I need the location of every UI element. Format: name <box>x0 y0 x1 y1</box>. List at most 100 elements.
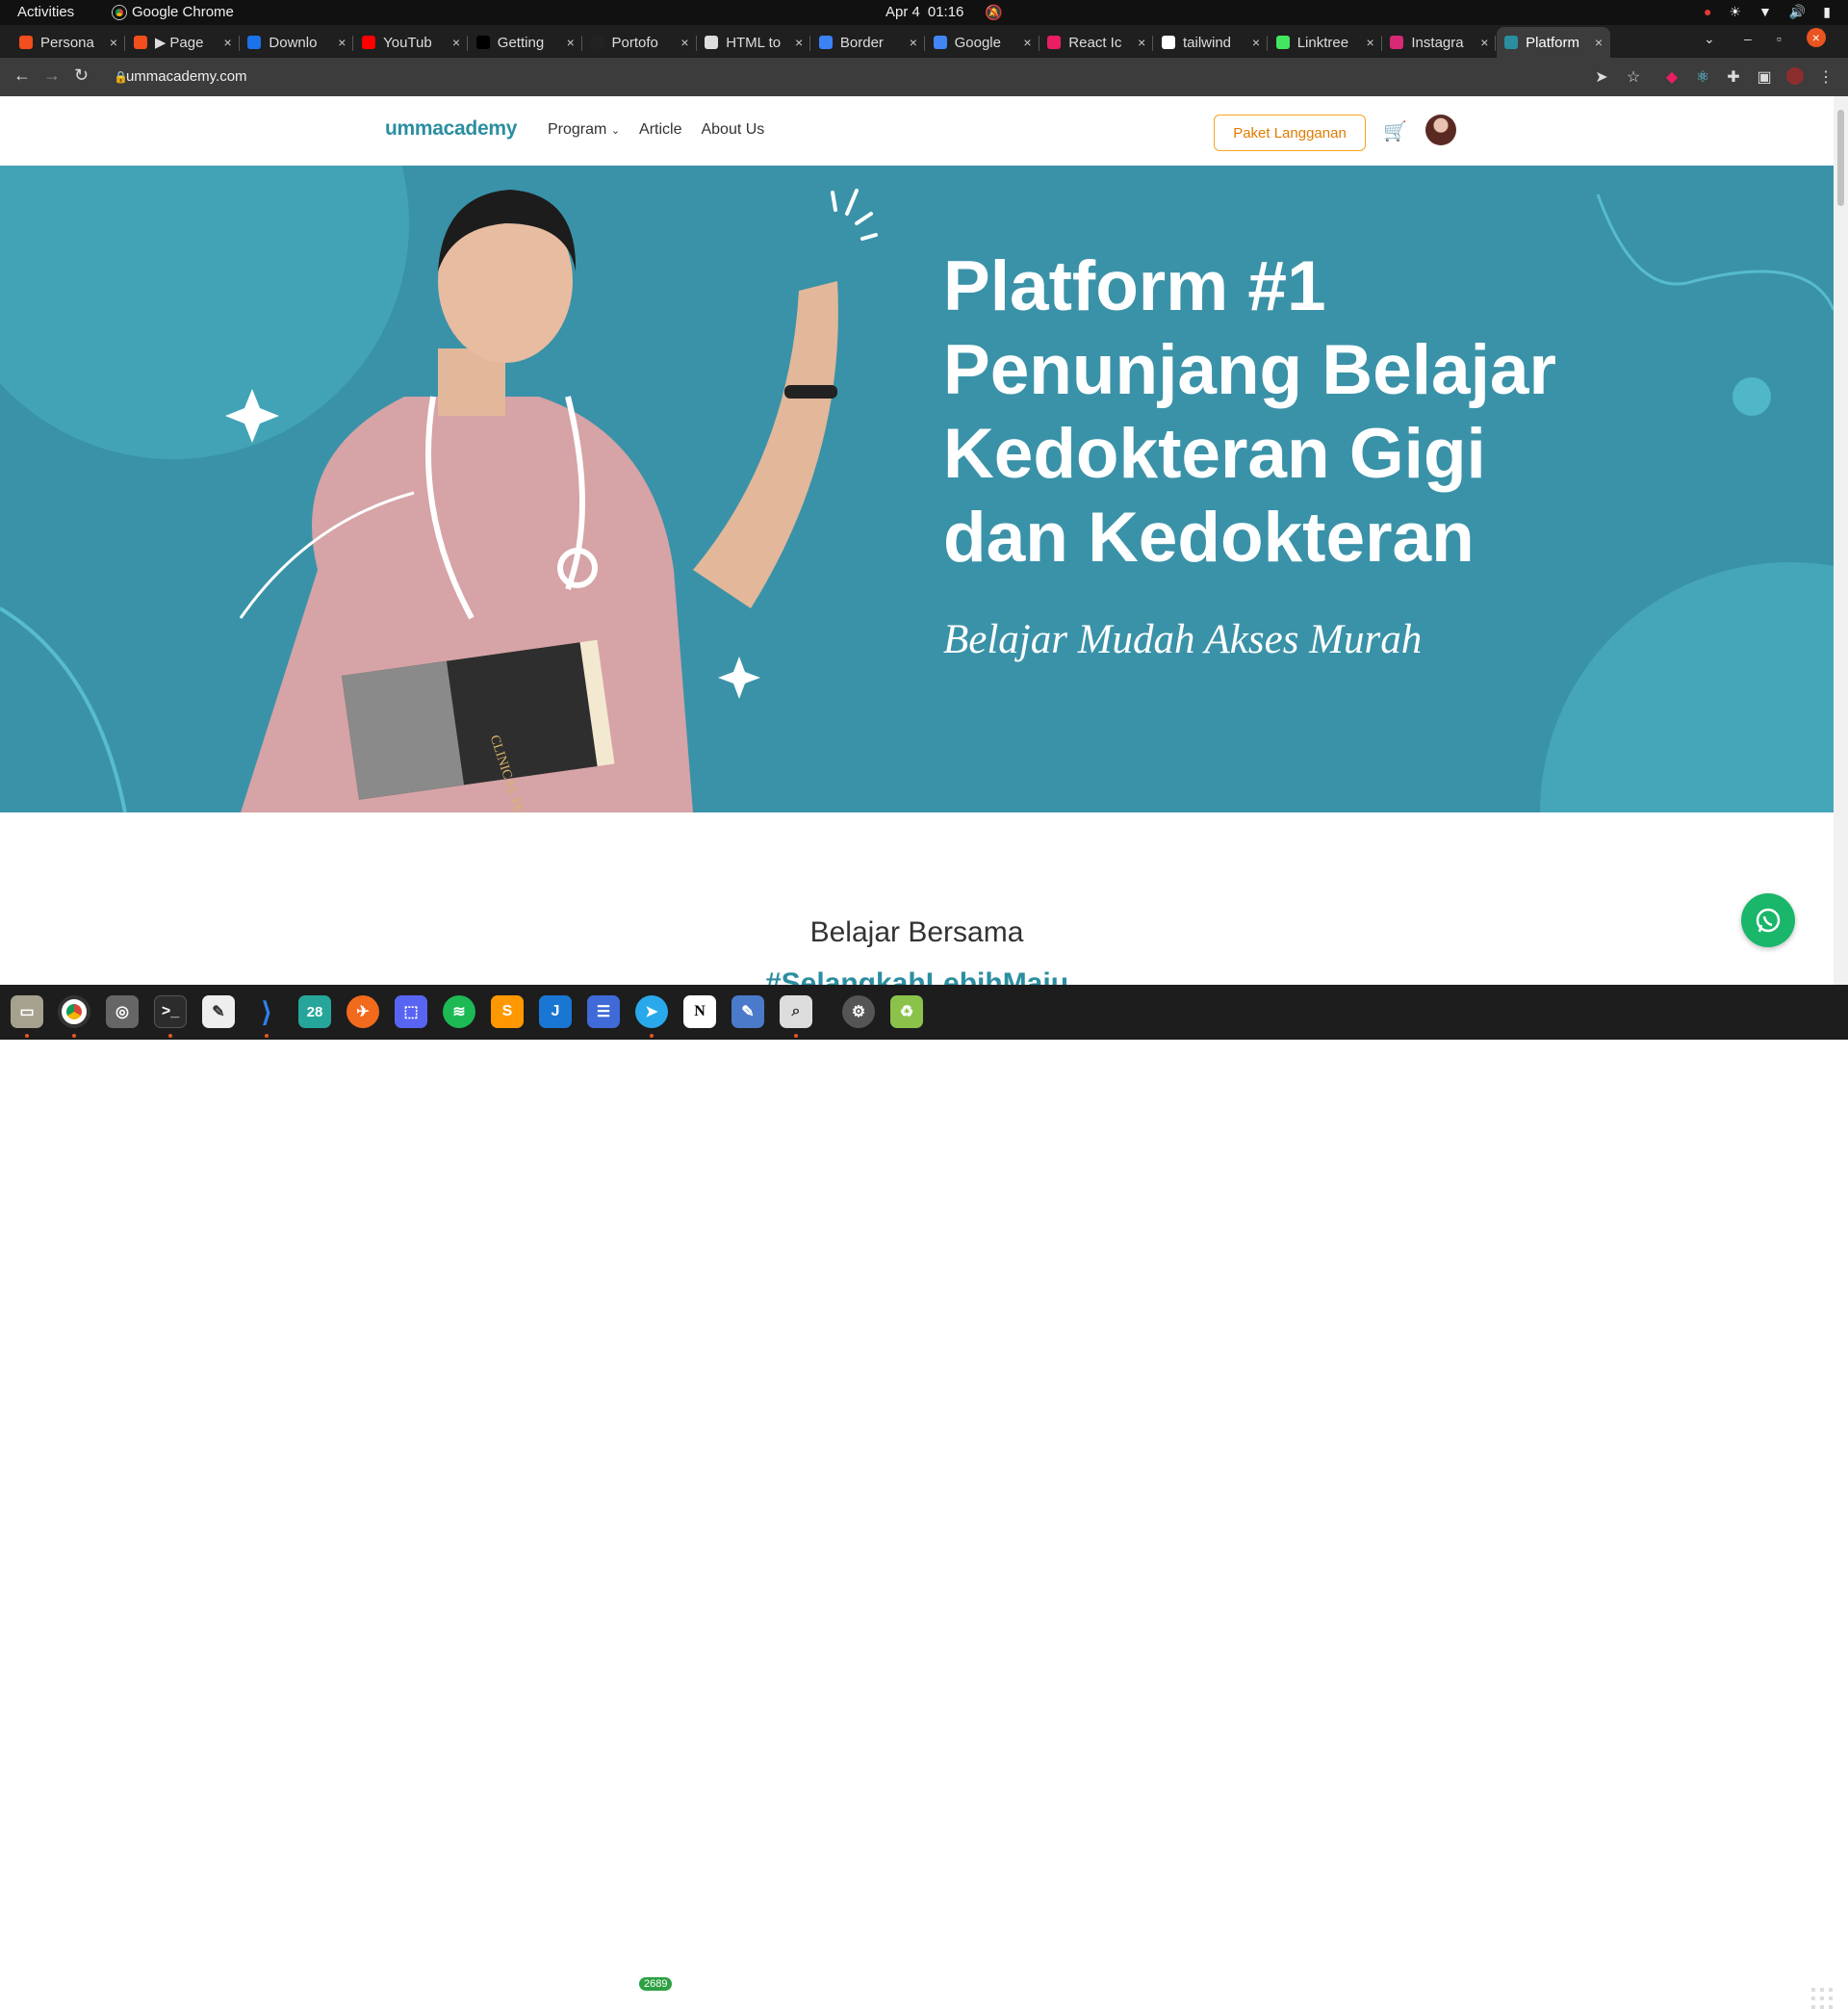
tab-close-icon[interactable]: × <box>795 35 803 50</box>
chrome-dock-icon[interactable] <box>58 995 90 1028</box>
tab-close-icon[interactable]: × <box>910 35 917 50</box>
omnibox[interactable]: 🔒 ummacademy.com <box>114 68 247 85</box>
site-logo[interactable]: ummacademy <box>385 117 517 141</box>
tab-close-icon[interactable]: × <box>680 35 688 50</box>
tab-close-icon[interactable]: × <box>224 35 232 50</box>
browser-tab[interactable]: YouTub × <box>354 27 469 58</box>
clock[interactable]: Apr 4 01:16 🔕 <box>886 4 1003 21</box>
tab-close-icon[interactable]: × <box>1367 35 1374 50</box>
sublime-icon[interactable]: S <box>491 995 524 1028</box>
forward-icon[interactable]: → <box>43 65 61 86</box>
notion-icon[interactable]: N <box>683 995 716 1028</box>
app-name: Google Chrome <box>132 4 234 20</box>
calendar-icon[interactable]: 28 <box>298 995 331 1028</box>
tab-close-icon[interactable]: × <box>1023 35 1031 50</box>
browser-tab[interactable]: Instagra × <box>1382 27 1497 58</box>
browser-tab[interactable]: Persona × <box>12 27 125 58</box>
system-tray[interactable]: ● ☀ ▼ 🔊 ▮ <box>1704 4 1831 20</box>
chrome-remote-icon: ● <box>1703 4 1712 19</box>
screenshot-icon[interactable]: ◎ <box>106 995 139 1028</box>
browser-tab[interactable]: Linktree × <box>1269 27 1382 58</box>
minimize-icon[interactable]: – <box>1744 31 1752 47</box>
tab-close-icon[interactable]: × <box>1480 35 1488 50</box>
browser-tab[interactable]: ▶ Page × <box>126 27 240 58</box>
tab-favicon-icon <box>590 36 604 49</box>
side-panel-icon[interactable]: ▣ <box>1756 67 1773 86</box>
tab-search-icon[interactable]: ⌄ <box>1704 31 1715 47</box>
browser-tab[interactable]: Platform × <box>1497 27 1611 58</box>
postman-icon[interactable]: ✈ <box>346 995 379 1028</box>
vscode-icon[interactable]: ⟩ <box>250 995 283 1028</box>
telegram-icon[interactable]: ➤ <box>635 995 668 1028</box>
tab-close-icon[interactable]: × <box>1252 35 1260 50</box>
browser-toolbar: ← → ↻ 🔒 ummacademy.com ➤ ☆ ◆ ⚛ ✚ ▣ ⋮ <box>0 58 1848 96</box>
activities-button[interactable]: Activities <box>17 4 74 20</box>
react-devtools-icon[interactable]: ⚛ <box>1694 67 1711 86</box>
menu-article[interactable]: Article <box>639 121 681 139</box>
text-editor-icon[interactable]: ✎ <box>732 995 764 1028</box>
browser-tab[interactable]: tailwind × <box>1154 27 1268 58</box>
browser-tab[interactable]: Getting × <box>469 27 582 58</box>
running-indicator <box>72 1034 76 1038</box>
scrollbar-thumb[interactable] <box>1837 110 1844 206</box>
browser-tab[interactable]: Downlo × <box>240 27 354 58</box>
files-icon[interactable]: ▭ <box>11 995 43 1028</box>
tab-title: Linktree <box>1296 34 1349 51</box>
browser-tab[interactable]: React Ic × <box>1040 27 1154 58</box>
tab-close-icon[interactable]: × <box>1138 35 1145 50</box>
textbook-image <box>342 660 465 800</box>
send-icon[interactable]: ➤ <box>1593 67 1610 86</box>
tab-close-icon[interactable]: × <box>338 35 346 50</box>
tab-close-icon[interactable]: × <box>1595 35 1603 50</box>
maximize-icon[interactable]: ▫ <box>1777 31 1782 47</box>
hero-tagline: Belajar Mudah Akses Murah <box>943 617 1423 662</box>
screen-capture-icon[interactable]: ⬚ <box>395 995 427 1028</box>
tab-favicon-icon <box>705 36 719 49</box>
tab-favicon-icon <box>1275 36 1290 49</box>
whatsapp-button[interactable] <box>1741 893 1795 947</box>
show-apps-icon[interactable] <box>1811 1988 1833 2009</box>
notification-bell-icon: 🔕 <box>985 5 1004 21</box>
tab-close-icon[interactable]: × <box>567 35 575 50</box>
running-indicator <box>650 1034 654 1038</box>
volume-icon: 🔊 <box>1788 4 1807 19</box>
terminal-icon[interactable]: >_ <box>154 995 187 1028</box>
gimp-icon[interactable]: ✎ <box>202 995 235 1028</box>
back-icon[interactable]: ← <box>13 65 31 86</box>
paket-langganan-button[interactable]: Paket Langganan <box>1214 115 1366 151</box>
menu-kebab-icon[interactable]: ⋮ <box>1817 67 1835 86</box>
hero-curve-left <box>0 606 127 812</box>
joplin-icon[interactable]: J <box>539 995 572 1028</box>
running-indicator <box>168 1034 172 1038</box>
close-window-icon[interactable]: × <box>1806 28 1826 47</box>
site-header: ummacademy Program ⌄ Article About Us Pa… <box>0 96 1834 166</box>
cart-icon[interactable]: 🛒 <box>1383 119 1407 143</box>
dock: ▭ ◎ >_ ✎ ⟩ 28 ✈ ⬚ ≋ S J ☰ ➤ 2689 N ✎ ⌕ ⚙… <box>0 985 1848 2009</box>
bookmark-star-icon[interactable]: ☆ <box>1625 67 1642 86</box>
app-menu[interactable]: Google Chrome <box>113 4 234 20</box>
extensions-icon[interactable]: ✚ <box>1725 67 1742 86</box>
todo-icon[interactable]: ☰ <box>587 995 620 1028</box>
browser-tab[interactable]: HTML to × <box>697 27 811 58</box>
user-avatar[interactable] <box>1425 115 1456 145</box>
window-controls: – ▫ × <box>1744 28 1826 47</box>
spotify-icon[interactable]: ≋ <box>443 995 475 1028</box>
trash-icon[interactable]: ♻ <box>890 995 923 1028</box>
hero-title: Platform #1 Penunjang Belajar Kedokteran… <box>943 245 1713 580</box>
browser-tab[interactable]: Portofo × <box>583 27 697 58</box>
menu-program[interactable]: Program ⌄ <box>548 121 620 139</box>
menu-about-us[interactable]: About Us <box>701 121 764 139</box>
browser-tab[interactable]: Border × <box>811 27 925 58</box>
browser-tab[interactable]: Google × <box>926 27 1040 58</box>
site-menu: Program ⌄ Article About Us <box>548 121 764 139</box>
colorzilla-icon[interactable]: ◆ <box>1663 67 1681 86</box>
profile-icon[interactable] <box>1786 67 1804 85</box>
tab-close-icon[interactable]: × <box>452 35 460 50</box>
tab-title: React Ic <box>1068 34 1122 51</box>
page-scrollbar[interactable] <box>1834 96 1848 985</box>
reload-icon[interactable]: ↻ <box>74 65 89 86</box>
tab-title: tailwind <box>1183 34 1232 51</box>
image-viewer-icon[interactable]: ⌕ <box>780 995 812 1028</box>
settings-icon[interactable]: ⚙ <box>842 995 875 1028</box>
tab-close-icon[interactable]: × <box>110 35 117 50</box>
